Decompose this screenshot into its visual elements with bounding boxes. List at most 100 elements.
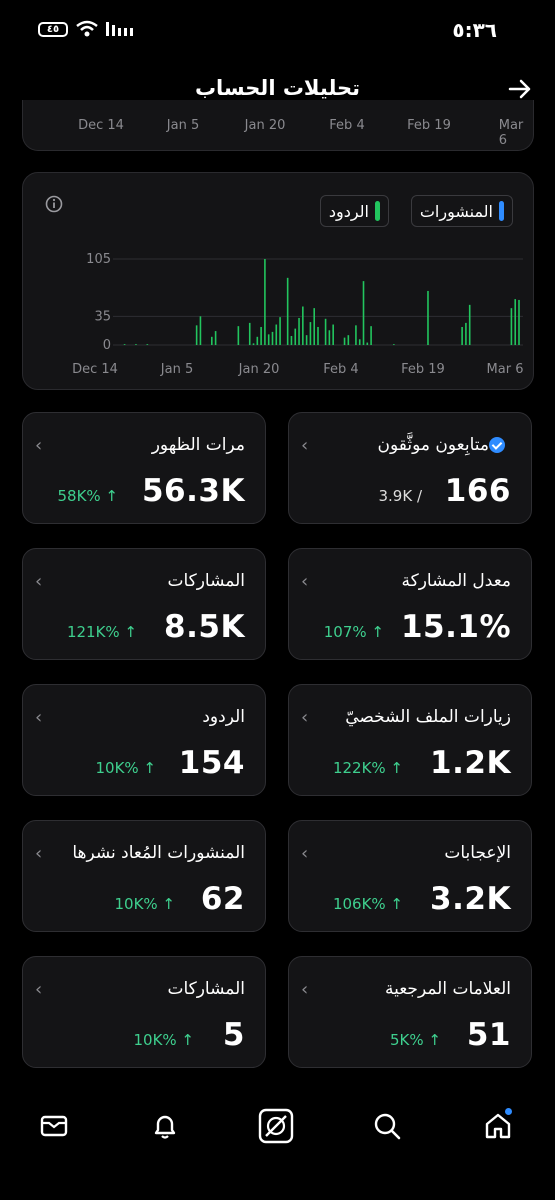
chevron-left-icon: ‹ xyxy=(301,707,309,728)
metric-label: معدل المشاركة xyxy=(402,571,511,591)
chart-bar xyxy=(286,277,289,345)
metric-tile[interactable]: الردود ‹ 154 10K% ↑ xyxy=(22,684,266,796)
metric-change: 121K% ↑ xyxy=(66,623,137,641)
chart-bar xyxy=(256,336,259,345)
chart-bar xyxy=(510,308,513,345)
chart-bar xyxy=(362,281,365,345)
metric-label: المشاركات xyxy=(167,571,245,591)
y-tick-label: 0 xyxy=(103,338,111,353)
metric-tile[interactable]: المنشورات المُعاد نشرها ‹ 62 10K% ↑ xyxy=(22,820,266,932)
chart-bar xyxy=(271,331,274,345)
chart-bar xyxy=(264,259,266,345)
chevron-left-icon: ‹ xyxy=(301,979,309,1000)
chart-bar xyxy=(317,326,319,345)
chart-bar xyxy=(309,322,312,345)
chart-bar xyxy=(214,331,217,345)
chevron-left-icon: ‹ xyxy=(301,843,309,864)
chart-bar xyxy=(393,344,395,345)
metric-label-text: المشاركات xyxy=(167,571,245,591)
chart-bar xyxy=(332,324,334,345)
chart-bar xyxy=(290,335,293,345)
metric-tile[interactable]: معدل المشاركة ‹ 15.1% 107% ↑ xyxy=(288,548,532,660)
metric-label-text: المشاركات xyxy=(167,979,245,999)
metric-label-text: زيارات الملف الشخصيّ xyxy=(345,707,511,727)
top-axis-tick: Jan 20 xyxy=(244,118,286,133)
metric-value: 8.5K xyxy=(164,609,245,645)
metric-change: 10K% ↑ xyxy=(95,759,156,777)
top-axis-tick: Mar 6 xyxy=(498,118,524,148)
nav-home[interactable] xyxy=(478,1106,518,1146)
metric-tile[interactable]: متابِعون موثَّقون ‹ 166 3.9K / xyxy=(288,412,532,524)
x-tick-label: Jan 5 xyxy=(160,362,193,377)
top-axis-tick: Dec 14 xyxy=(78,118,124,133)
metric-label: زيارات الملف الشخصيّ xyxy=(345,707,511,727)
x-tick-label: Feb 19 xyxy=(401,362,445,377)
chart-bar xyxy=(461,326,463,345)
chevron-left-icon: ‹ xyxy=(301,435,309,456)
metric-value: 56.3K xyxy=(141,473,245,509)
chart-bar xyxy=(146,344,149,345)
metric-tile[interactable]: المشاركات ‹ 5 10K% ↑ xyxy=(22,956,266,1068)
chart-bar xyxy=(195,325,198,345)
metric-label: الردود xyxy=(202,707,245,727)
top-axis-tick: Feb 19 xyxy=(407,118,451,133)
status-icons: ٤٥ xyxy=(38,20,134,38)
metric-label-text: المنشورات المُعاد نشرها xyxy=(72,843,245,863)
search-icon xyxy=(374,1113,401,1140)
nav-search[interactable] xyxy=(367,1106,407,1146)
metric-sub: 3.9K / xyxy=(378,487,422,505)
previous-chart-card: Dec 14 Jan 5 Jan 20 Feb 4 Feb 19 Mar 6 xyxy=(22,100,534,151)
metric-change: 107% ↑ xyxy=(323,623,384,641)
signal-icon xyxy=(106,22,133,36)
chart-bar xyxy=(343,337,346,345)
wifi-icon xyxy=(76,20,98,37)
metric-label: العلامات المرجعية xyxy=(385,979,511,999)
metric-label: متابِعون موثَّقون xyxy=(377,435,511,455)
metric-label: المنشورات المُعاد نشرها xyxy=(72,843,245,863)
nav-grok[interactable] xyxy=(256,1106,296,1146)
chart-bar xyxy=(298,317,300,345)
metric-tile[interactable]: المشاركات ‹ 8.5K 121K% ↑ xyxy=(22,548,266,660)
chart-bar xyxy=(279,317,281,345)
chart-bar xyxy=(211,336,213,345)
metric-tile[interactable]: الإعجابات ‹ 3.2K 106K% ↑ xyxy=(288,820,532,932)
metric-tile[interactable]: العلامات المرجعية ‹ 51 5K% ↑ xyxy=(288,956,532,1068)
chart-bar xyxy=(324,318,327,345)
arrow-right-icon[interactable] xyxy=(507,76,533,102)
notification-dot xyxy=(505,1108,512,1115)
chart-bar xyxy=(427,290,429,345)
x-tick-label: Dec 14 xyxy=(72,362,118,377)
chart-bar xyxy=(366,342,369,345)
nav-messages[interactable] xyxy=(34,1106,74,1146)
chart-bar xyxy=(135,344,137,345)
nav-notifications[interactable] xyxy=(145,1106,185,1146)
chevron-left-icon: ‹ xyxy=(35,707,43,728)
x-tick-label: Jan 20 xyxy=(238,362,280,377)
chart-bar xyxy=(370,326,372,345)
metric-value: 1.2K xyxy=(430,745,511,781)
metric-label-text: الإعجابات xyxy=(444,843,511,863)
y-tick-label: 105 xyxy=(86,252,111,267)
bottom-nav xyxy=(0,1098,555,1158)
chevron-left-icon: ‹ xyxy=(35,571,43,592)
chevron-left-icon: ‹ xyxy=(35,435,43,456)
grok-icon xyxy=(258,1108,294,1144)
metric-tile[interactable]: زيارات الملف الشخصيّ ‹ 1.2K 122K% ↑ xyxy=(288,684,532,796)
metric-value: 51 xyxy=(466,1017,511,1053)
chart-bar xyxy=(302,306,304,345)
chart-bar xyxy=(123,344,126,345)
metric-value: 3.2K xyxy=(430,881,511,917)
metric-change: 122K% ↑ xyxy=(332,759,403,777)
metric-tile[interactable]: مرات الظهور ‹ 56.3K 58K% ↑ xyxy=(22,412,266,524)
chevron-left-icon: ‹ xyxy=(35,843,43,864)
chart-bar xyxy=(514,299,517,345)
chart-bar xyxy=(313,308,316,345)
chevron-left-icon: ‹ xyxy=(35,979,43,1000)
metric-change: 5K% ↑ xyxy=(390,1031,441,1049)
metric-label: المشاركات xyxy=(167,979,245,999)
mail-icon xyxy=(40,1115,68,1137)
status-bar: ٥:٣٦ ٤٥ xyxy=(0,0,555,62)
metric-value: 62 xyxy=(200,881,245,917)
metric-label-text: معدل المشاركة xyxy=(401,571,511,591)
chart-bar xyxy=(355,325,357,345)
